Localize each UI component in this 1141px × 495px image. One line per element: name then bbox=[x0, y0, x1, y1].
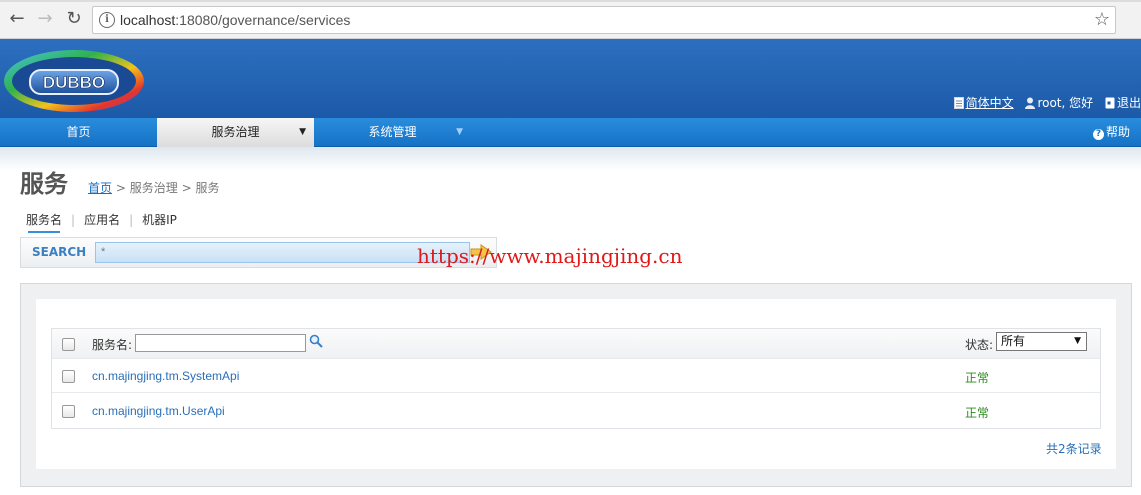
menu-system-management[interactable]: 系统管理 ▼ bbox=[314, 118, 471, 147]
menu-service-governance[interactable]: 服务治理 ▼ bbox=[157, 118, 314, 147]
url-host: localhost bbox=[120, 12, 176, 28]
status-select[interactable]: 所有 ▼ bbox=[996, 332, 1087, 351]
breadcrumb-service-governance: 服务治理 bbox=[129, 181, 178, 195]
service-link[interactable]: cn.majingjing.tm.UserApi bbox=[92, 404, 225, 418]
header-links: 简体中文 root, 您好 退出 bbox=[946, 94, 1141, 111]
forward-arrow-icon[interactable]: → bbox=[34, 8, 56, 30]
star-icon[interactable]: ☆ bbox=[1094, 9, 1110, 30]
site-header: DUBBO 简体中文 root, 您好 退出 bbox=[0, 39, 1141, 118]
menu-home[interactable]: 首页 bbox=[0, 118, 157, 147]
header-shadow bbox=[0, 147, 1141, 171]
watermark-url: https://www.majingjing.cn bbox=[417, 244, 683, 268]
search-input[interactable]: * bbox=[95, 242, 470, 263]
search-type-tabs: 服务名 | 应用名 | 机器IP bbox=[26, 211, 177, 233]
breadcrumb-separator: > bbox=[181, 181, 192, 195]
menu-home-label: 首页 bbox=[66, 125, 91, 139]
menu-system-management-label: 系统管理 bbox=[368, 125, 417, 139]
reload-icon[interactable]: ↻ bbox=[63, 8, 85, 30]
help-link[interactable]: ? 帮助 bbox=[1092, 118, 1130, 147]
page-title: 服务 bbox=[20, 170, 68, 198]
address-url[interactable]: localhost:18080/governance/services bbox=[120, 12, 350, 28]
table-row: cn.majingjing.tm.SystemApi 正常 bbox=[52, 359, 1100, 393]
user-icon bbox=[1025, 97, 1036, 109]
chevron-down-icon: ▼ bbox=[1074, 336, 1081, 346]
menu-service-governance-label: 服务治理 bbox=[211, 125, 260, 139]
service-filter-input[interactable] bbox=[135, 334, 306, 352]
tab-machine-ip[interactable]: 机器IP bbox=[142, 211, 177, 228]
services-table: 服务名: 状态: 所有 ▼ cn.majingjing.tm.SystemApi … bbox=[51, 328, 1101, 429]
record-count: 共2条记录 bbox=[1046, 442, 1102, 456]
breadcrumb: 首页 > 服务治理 > 服务 bbox=[88, 179, 219, 196]
tab-divider: | bbox=[129, 213, 134, 227]
logo-text: DUBBO bbox=[43, 73, 105, 92]
logout-icon bbox=[1105, 97, 1115, 109]
table-header: 服务名: 状态: 所有 ▼ bbox=[52, 329, 1100, 359]
logout-label: 退出 bbox=[1116, 96, 1141, 110]
language-label: 简体中文 bbox=[965, 96, 1014, 110]
tab-service-name[interactable]: 服务名 bbox=[26, 211, 62, 233]
row-checkbox[interactable] bbox=[62, 405, 75, 418]
service-link[interactable]: cn.majingjing.tm.SystemApi bbox=[92, 369, 239, 383]
logout-link[interactable]: 退出 bbox=[1105, 96, 1141, 110]
caret-down-icon: ▼ bbox=[299, 127, 306, 137]
caret-down-icon: ▼ bbox=[456, 127, 463, 137]
table-row: cn.majingjing.tm.UserApi 正常 bbox=[52, 394, 1100, 428]
back-arrow-icon[interactable]: ← bbox=[6, 8, 28, 30]
user-text: root, 您好 bbox=[1037, 96, 1094, 110]
tab-application-name[interactable]: 应用名 bbox=[84, 211, 120, 228]
status-text: 正常 bbox=[965, 406, 990, 420]
info-icon[interactable]: i bbox=[99, 12, 115, 28]
service-filter-label: 服务名: bbox=[92, 338, 133, 352]
dubbo-logo[interactable]: DUBBO bbox=[2, 43, 146, 115]
status-select-value: 所有 bbox=[1001, 334, 1026, 348]
row-checkbox[interactable] bbox=[62, 370, 75, 383]
user-greeting: root, 您好 bbox=[1025, 96, 1097, 110]
help-label: 帮助 bbox=[1105, 125, 1130, 139]
tab-strip-edge bbox=[0, 0, 1141, 2]
breadcrumb-home[interactable]: 首页 bbox=[88, 181, 112, 195]
document-icon bbox=[953, 97, 964, 109]
help-icon: ? bbox=[1092, 129, 1104, 140]
status-filter-label: 状态: bbox=[965, 338, 994, 352]
language-link[interactable]: 简体中文 bbox=[953, 96, 1018, 110]
breadcrumb-separator: > bbox=[115, 181, 126, 195]
magnifier-icon[interactable] bbox=[309, 334, 323, 348]
tab-divider: | bbox=[71, 213, 76, 227]
address-bar[interactable]: i localhost:18080/governance/services ☆ bbox=[92, 6, 1116, 34]
breadcrumb-current: 服务 bbox=[195, 181, 220, 195]
status-text: 正常 bbox=[965, 371, 990, 385]
browser-toolbar: ← → ↻ i localhost:18080/governance/servi… bbox=[0, 0, 1141, 39]
url-path: :18080/governance/services bbox=[175, 12, 351, 28]
main-menu: 首页 服务治理 ▼ 系统管理 ▼ ? 帮助 bbox=[0, 118, 1141, 147]
search-label: SEARCH bbox=[32, 245, 87, 259]
select-all-checkbox[interactable] bbox=[62, 338, 75, 351]
